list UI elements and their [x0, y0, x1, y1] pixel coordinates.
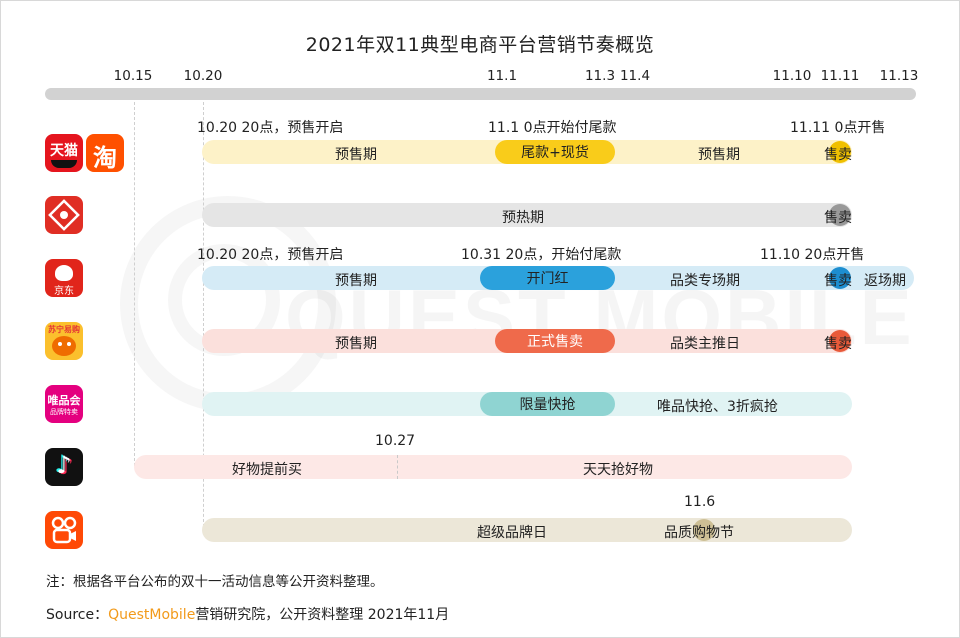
- jd-annotation-presale-start: 10.20 20点，预售开启: [197, 247, 344, 263]
- jd-annotation-final-payment: 10.31 20点，开始付尾款: [461, 247, 622, 263]
- kuaishou-segment-brand-day: 超级品牌日: [477, 525, 547, 541]
- tick-label-11-1: 11.1: [486, 68, 518, 84]
- tmall-icon: 天猫: [45, 134, 83, 172]
- source-prefix: Source：: [46, 607, 109, 623]
- kuaishou-segment-quality-fest: 品质购物节: [664, 525, 734, 541]
- vipshop-logo-subtext: 品牌特卖: [50, 408, 78, 416]
- jd-segment-return: 返场期: [864, 273, 906, 289]
- source-brand: QuestMobile: [108, 607, 196, 623]
- suning-icon: 苏宁易购: [45, 322, 83, 360]
- tick-label-10-15: 10.15: [113, 68, 153, 84]
- kuaishou-annotation-11-6: 11.6: [684, 494, 716, 510]
- suning-segment-category-day: 品类主推日: [670, 336, 740, 352]
- tick-label-11-13: 11.13: [879, 68, 919, 84]
- douyin-icon: ♪: [45, 448, 83, 486]
- tmall-annotation-final-payment: 11.1 0点开始付尾款: [488, 120, 617, 136]
- tmall-segment-presale-2: 预售期: [698, 147, 740, 163]
- source-suffix: 营销研究院，公开资料整理 2021年11月: [195, 607, 450, 623]
- footnote: 注：根据各平台公布的双十一活动信息等公开资料整理。: [46, 574, 384, 590]
- douyin-segment-early-buy: 好物提前买: [232, 462, 302, 478]
- tick-label-11-10: 11.10: [772, 68, 812, 84]
- tmall-segment-presale: 预售期: [335, 147, 377, 163]
- douyin-annotation-10-27: 10.27: [375, 433, 416, 449]
- jd-segment-sale: 售卖: [824, 273, 852, 289]
- douyin-logo-glyph: ♪: [56, 451, 72, 479]
- tick-label-11-4: 11.4: [619, 68, 651, 84]
- tmall-annotation-sale-start: 11.11 0点开售: [790, 120, 886, 136]
- vipshop-logo-text: 唯品会: [47, 394, 81, 407]
- timeline-axis: [45, 88, 916, 100]
- suning-segment-presale: 预售期: [335, 336, 377, 352]
- tmall-segment-final-payment: 尾款+现货: [495, 140, 615, 164]
- suning-segment-official-sale: 正式售卖: [495, 329, 615, 353]
- pinduoduo-segment-sale: 售卖: [824, 210, 852, 226]
- suning-segment-sale: 售卖: [824, 336, 852, 352]
- jd-segment-kickoff: 开门红: [480, 266, 615, 290]
- jd-segment-presale: 预售期: [335, 273, 377, 289]
- tmall-logo-text: 天猫: [50, 143, 78, 159]
- vipshop-segment-discount: 唯品快抢、3折疯抢: [657, 399, 778, 415]
- kuaishou-icon: [45, 511, 83, 549]
- tick-label-11-3: 11.3: [584, 68, 616, 84]
- tick-label-11-11: 11.11: [820, 68, 860, 84]
- jd-logo-text: 京东: [54, 286, 74, 297]
- jd-segment-category: 品类专场期: [670, 273, 740, 289]
- taobao-logo-text: 淘: [93, 144, 117, 172]
- douyin-segment-daily-deals: 天天抢好物: [583, 462, 653, 478]
- jd-annotation-sale-start: 11.10 20点开售: [760, 247, 865, 263]
- pinduoduo-icon: [45, 196, 83, 234]
- kuaishou-glyph: [51, 516, 77, 544]
- vipshop-icon: 唯品会 品牌特卖: [45, 385, 83, 423]
- chart-title: 2021年双11典型电商平台营销节奏概览: [305, 34, 655, 56]
- pinduoduo-glyph: [48, 199, 80, 231]
- vipshop-segment-flash: 限量快抢: [480, 392, 615, 416]
- guide-line-10-15: [134, 102, 135, 466]
- tick-label-10-20: 10.20: [183, 68, 223, 84]
- source-line: Source：QuestMobile营销研究院，公开资料整理 2021年11月: [46, 604, 449, 624]
- pinduoduo-segment-preheat: 预热期: [502, 210, 544, 226]
- tmall-segment-sale: 售卖: [824, 147, 852, 163]
- jd-icon: 京东: [45, 259, 83, 297]
- taobao-icon: 淘: [86, 134, 124, 172]
- tmall-annotation-presale-start: 10.20 20点，预售开启: [197, 120, 344, 136]
- douyin-divider-10-27: [397, 455, 398, 479]
- suning-logo-text: 苏宁易购: [48, 325, 80, 334]
